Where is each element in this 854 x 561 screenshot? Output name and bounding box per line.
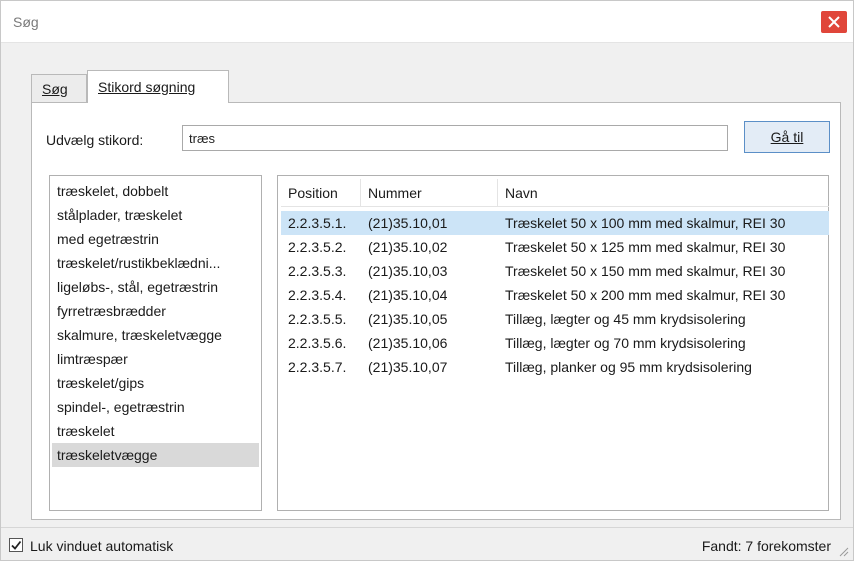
cell-nummer: (21)35.10,07 xyxy=(368,359,448,375)
keyword-item[interactable]: træskelet/gips xyxy=(52,371,259,395)
cell-nummer: (21)35.10,03 xyxy=(368,263,448,279)
auto-close-label[interactable]: Luk vinduet automatisk xyxy=(30,538,173,554)
cell-navn: Tillæg, lægter og 45 mm krydsisolering xyxy=(505,311,746,327)
tab-sog[interactable]: Søg xyxy=(31,74,87,102)
close-icon xyxy=(828,16,840,28)
table-row[interactable]: 2.2.3.5.5. (21)35.10,05 Tillæg, lægter o… xyxy=(281,307,829,331)
cell-nummer: (21)35.10,06 xyxy=(368,335,448,351)
cell-navn: Tillæg, planker og 95 mm krydsisolering xyxy=(505,359,752,375)
auto-close-checkbox[interactable] xyxy=(9,538,23,552)
cell-navn: Træskelet 50 x 200 mm med skalmur, REI 3… xyxy=(505,287,786,303)
cell-nummer: (21)35.10,01 xyxy=(368,215,448,231)
tab-stikord-label: Stikord søgning xyxy=(98,79,196,95)
results-rows: 2.2.3.5.1. (21)35.10,01 Træskelet 50 x 1… xyxy=(281,207,829,379)
keyword-item[interactable]: limtræspær xyxy=(52,347,259,371)
goto-button-label: Gå til xyxy=(770,129,804,145)
goto-button[interactable]: Gå til xyxy=(744,121,830,153)
table-row[interactable]: 2.2.3.5.6. (21)35.10,06 Tillæg, lægter o… xyxy=(281,331,829,355)
title-bar[interactable]: Søg xyxy=(1,1,853,43)
cell-position: 2.2.3.5.6. xyxy=(288,335,347,351)
window-title: Søg xyxy=(13,14,39,30)
cell-nummer: (21)35.10,04 xyxy=(368,287,448,303)
table-row[interactable]: 2.2.3.5.7. (21)35.10,07 Tillæg, planker … xyxy=(281,355,829,379)
table-row[interactable]: 2.2.3.5.2. (21)35.10,02 Træskelet 50 x 1… xyxy=(281,235,829,259)
results-table[interactable]: Position Nummer Navn 2.2.3.5.1. (21)35.1… xyxy=(277,175,829,511)
keyword-item[interactable]: træskelet xyxy=(52,419,259,443)
keyword-item[interactable]: med egetræstrin xyxy=(52,227,259,251)
keyword-item[interactable]: fyrretræsbrædder xyxy=(52,299,259,323)
keyword-list[interactable]: træskelet, dobbelt stålplader, træskelet… xyxy=(49,175,262,511)
cell-position: 2.2.3.5.4. xyxy=(288,287,347,303)
table-row[interactable]: 2.2.3.5.3. (21)35.10,03 Træskelet 50 x 1… xyxy=(281,259,829,283)
column-header-nummer[interactable]: Nummer xyxy=(361,179,498,206)
keyword-filter-label: Udvælg stikord: xyxy=(46,132,144,148)
cell-navn: Træskelet 50 x 100 mm med skalmur, REI 3… xyxy=(505,215,786,231)
cell-navn: Træskelet 50 x 150 mm med skalmur, REI 3… xyxy=(505,263,786,279)
cell-position: 2.2.3.5.5. xyxy=(288,311,347,327)
keyword-item[interactable]: skalmure, træskeletvægge xyxy=(52,323,259,347)
keyword-item[interactable]: træskelet/rustikbeklædni... xyxy=(52,251,259,275)
table-row-selected[interactable]: 2.2.3.5.1. (21)35.10,01 Træskelet 50 x 1… xyxy=(281,211,829,235)
tab-stikord-sogning[interactable]: Stikord søgning xyxy=(87,70,229,103)
keyword-item[interactable]: spindel-, egetræstrin xyxy=(52,395,259,419)
cell-navn: Tillæg, lægter og 70 mm krydsisolering xyxy=(505,335,746,351)
cell-position: 2.2.3.5.1. xyxy=(288,215,347,231)
keyword-item[interactable]: ligeløbs-, stål, egetræstrin xyxy=(52,275,259,299)
cell-position: 2.2.3.5.7. xyxy=(288,359,347,375)
search-dialog: Søg Søg Stikord søgning Udvælg stikord: … xyxy=(0,0,854,561)
keyword-item[interactable]: træskelet, dobbelt xyxy=(52,179,259,203)
cell-nummer: (21)35.10,05 xyxy=(368,311,448,327)
keyword-search-panel: Udvælg stikord: Gå til træskelet, dobbel… xyxy=(31,102,841,520)
keyword-filter-input[interactable] xyxy=(182,125,728,151)
status-bar: Luk vinduet automatisk Fandt: 7 forekoms… xyxy=(1,527,853,560)
resize-grip-icon[interactable] xyxy=(837,545,849,557)
column-header-position[interactable]: Position xyxy=(281,179,361,206)
found-count: Fandt: 7 forekomster xyxy=(701,538,831,554)
close-button[interactable] xyxy=(821,11,847,33)
checkmark-icon xyxy=(11,540,22,550)
column-header-navn[interactable]: Navn xyxy=(498,179,829,206)
cell-position: 2.2.3.5.2. xyxy=(288,239,347,255)
cell-navn: Træskelet 50 x 125 mm med skalmur, REI 3… xyxy=(505,239,786,255)
tab-sog-label: Søg xyxy=(42,80,68,97)
keyword-item-selected[interactable]: træskeletvægge xyxy=(52,443,259,467)
cell-nummer: (21)35.10,02 xyxy=(368,239,448,255)
keyword-item[interactable]: stålplader, træskelet xyxy=(52,203,259,227)
results-grid: Position Nummer Navn 2.2.3.5.1. (21)35.1… xyxy=(281,179,829,379)
cell-position: 2.2.3.5.3. xyxy=(288,263,347,279)
results-header: Position Nummer Navn xyxy=(281,179,829,207)
table-row[interactable]: 2.2.3.5.4. (21)35.10,04 Træskelet 50 x 2… xyxy=(281,283,829,307)
